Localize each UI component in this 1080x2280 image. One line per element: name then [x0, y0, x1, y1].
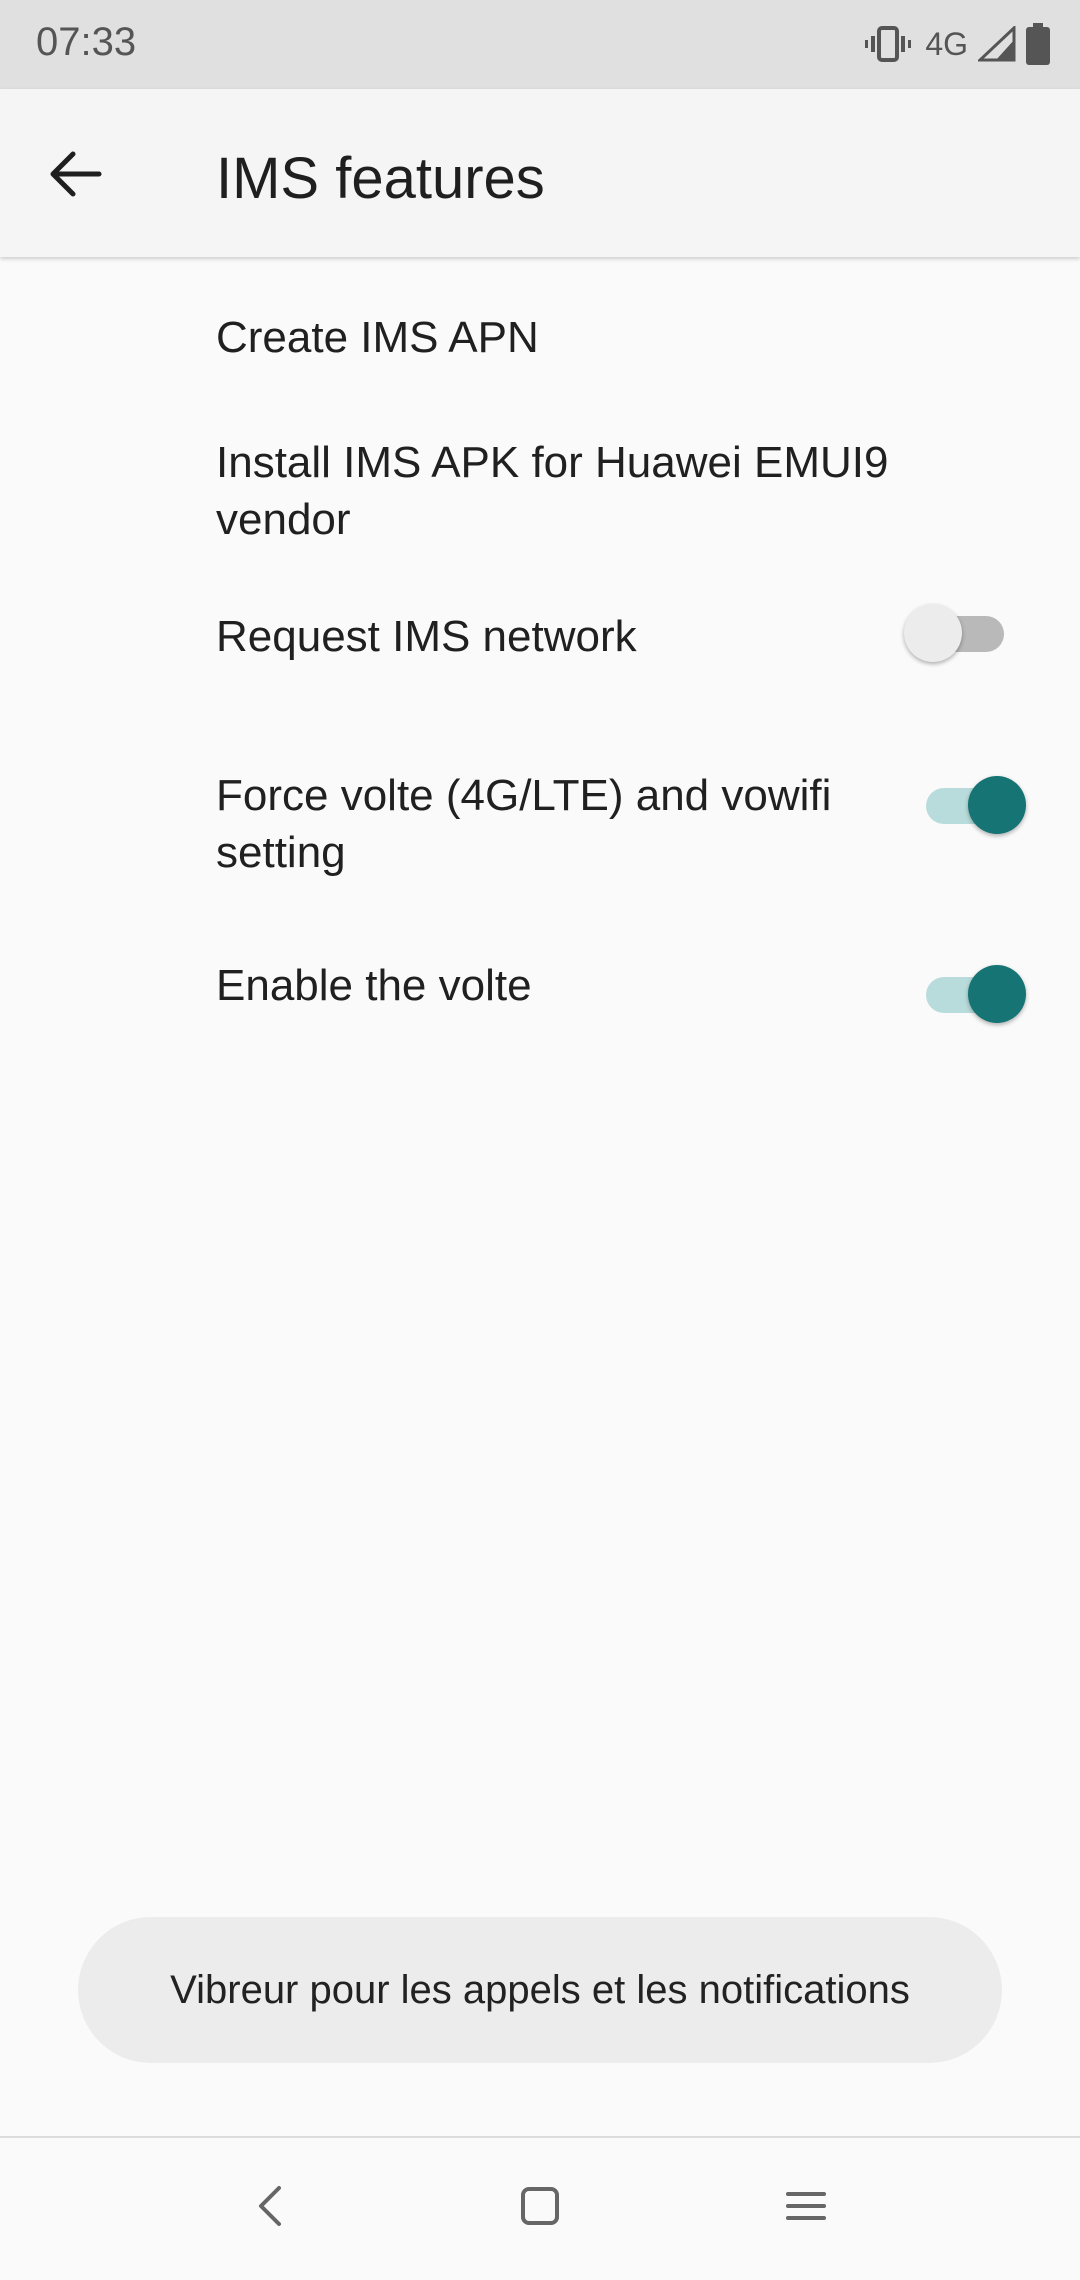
status-icons: 4G [865, 20, 1050, 68]
navigation-bar [0, 2138, 1080, 2280]
setting-create-ims-apn[interactable]: Create IMS APN [0, 257, 1080, 418]
toggle-thumb [904, 604, 962, 662]
toggle-thumb [968, 776, 1026, 834]
setting-label: Create IMS APN [216, 313, 539, 362]
setting-request-ims-network[interactable]: Request IMS network [0, 578, 1080, 767]
setting-label: Force volte (4G/LTE) and vowifi setting [216, 771, 832, 877]
toast-message: Vibreur pour les appels et les notificat… [78, 1917, 1002, 2063]
setting-label: Install IMS APK for Huawei EMUI9 vendor [216, 438, 889, 544]
request-ims-network-toggle[interactable] [904, 600, 1010, 662]
enable-volte-toggle[interactable] [926, 961, 1026, 1023]
setting-enable-volte[interactable]: Enable the volte [0, 957, 1080, 1147]
app-bar: IMS features [0, 89, 1080, 257]
signal-icon [978, 26, 1016, 62]
battery-icon [1026, 23, 1050, 65]
status-time: 07:33 [36, 20, 137, 64]
network-type: 4G [925, 25, 968, 62]
nav-recents-icon [786, 2188, 826, 2229]
back-button[interactable] [40, 141, 110, 211]
nav-back-button[interactable] [240, 2178, 300, 2238]
nav-recents-button[interactable] [776, 2178, 836, 2238]
settings-list: Create IMS APN Install IMS APK for Huawe… [0, 257, 1080, 1147]
setting-label: Enable the volte [216, 961, 532, 1010]
toggle-thumb [968, 965, 1026, 1023]
status-bar: 07:33 4G [0, 0, 1080, 89]
arrow-back-icon [47, 150, 103, 203]
setting-label: Request IMS network [216, 612, 637, 661]
nav-back-icon [255, 2184, 285, 2233]
setting-force-volte[interactable]: Force volte (4G/LTE) and vowifi setting [0, 767, 1080, 957]
setting-install-ims-apk[interactable]: Install IMS APK for Huawei EMUI9 vendor [0, 418, 1080, 578]
vibrate-icon [865, 24, 912, 64]
force-volte-toggle[interactable] [926, 772, 1026, 834]
nav-home-button[interactable] [510, 2178, 570, 2238]
page-title: IMS features [216, 146, 545, 211]
nav-home-icon [520, 2186, 560, 2231]
